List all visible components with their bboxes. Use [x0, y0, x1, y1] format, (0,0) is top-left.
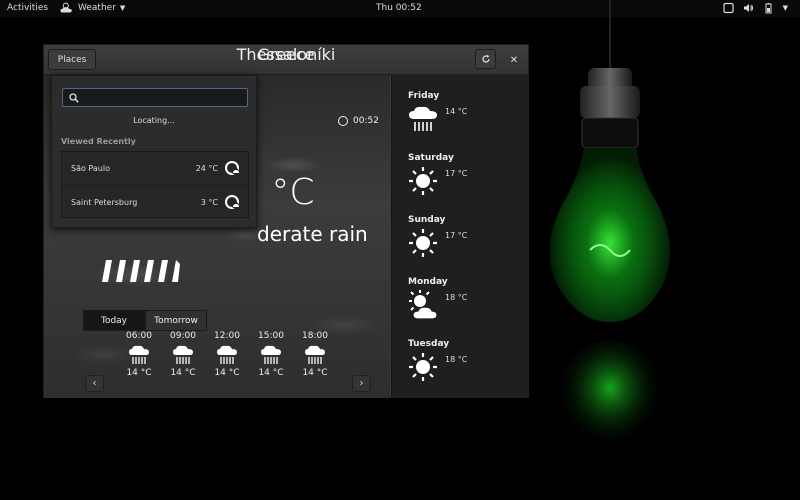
current-condition: derate rain [257, 222, 368, 246]
rain-icon [305, 345, 325, 364]
forecast-temp: 17 °C [445, 169, 468, 178]
hourly-prev-button[interactable]: ‹ [85, 375, 104, 392]
recent-temp: 3 °C [200, 198, 218, 207]
rain-icon [102, 260, 180, 282]
chevron-left-icon: ‹ [92, 378, 97, 389]
desktop: Activities Weather ▼ Thu 00:52 ▼ Places … [0, 0, 800, 500]
hourly-item: 09:00 14 °C [163, 331, 203, 378]
forecast-day-name: Monday [408, 277, 448, 287]
hour-time: 06:00 [126, 331, 152, 341]
search-icon [69, 93, 79, 103]
list-item[interactable]: Saint Petersburg 3 °C [62, 185, 248, 218]
activities-button[interactable]: Activities [7, 3, 48, 13]
hourly-item: 18:00 14 °C [295, 331, 335, 378]
hour-time: 18:00 [302, 331, 328, 341]
hourly-item: 15:00 14 °C [251, 331, 291, 378]
volume-icon [743, 4, 753, 12]
weather-app-icon [60, 2, 72, 13]
hourly-item: 06:00 14 °C [119, 331, 159, 378]
clear-night-icon [225, 161, 239, 175]
forecast-day: Monday 18 °C [408, 277, 518, 320]
rain-icon [261, 345, 281, 364]
forecast-day-name: Friday [408, 91, 440, 101]
rain-icon [217, 345, 237, 364]
hour-temp: 14 °C [126, 368, 152, 378]
locating-status: Locating... [133, 116, 175, 125]
sun-icon [409, 167, 437, 195]
sun-icon [409, 229, 437, 257]
hour-temp: 14 °C [170, 368, 196, 378]
recent-locations-list: São Paulo 24 °C Saint Petersburg 3 °C [61, 151, 249, 218]
forecast-day: Friday 14 °C [408, 91, 518, 131]
app-menu-label: Weather [78, 3, 116, 13]
forecast-temp: 18 °C [445, 355, 468, 364]
clear-night-icon [225, 195, 239, 209]
chevron-down-icon: ▼ [119, 4, 126, 12]
hour-time: 09:00 [170, 331, 196, 341]
battery-icon [765, 3, 772, 14]
wallpaper-lightbulb [549, 0, 671, 460]
forecast-day: Sunday 17 °C [408, 215, 518, 257]
search-input[interactable] [83, 90, 243, 105]
forecast-temp: 17 °C [445, 231, 468, 240]
hour-time: 15:00 [258, 331, 284, 341]
forecast-day-name: Sunday [408, 215, 446, 225]
forecast-panel: Friday 14 °C Saturday 17 °C Sunday 17 °C… [391, 75, 529, 398]
rain-icon [409, 106, 437, 131]
forecast-day-name: Saturday [408, 153, 454, 163]
app-menu[interactable]: Weather ▼ [59, 1, 125, 15]
forecast-day: Tuesday 18 °C [408, 339, 518, 381]
chevron-right-icon: › [359, 378, 364, 389]
recent-temp: 24 °C [195, 164, 218, 173]
partly-cloudy-icon [409, 290, 438, 320]
clock-icon [338, 116, 348, 126]
forecast-temp: 18 °C [445, 293, 468, 302]
header-bar: Places Thessaloníki Greece ✕ [44, 45, 528, 75]
forecast-day-name: Tuesday [408, 339, 450, 349]
hour-temp: 14 °C [302, 368, 328, 378]
close-icon: ✕ [509, 54, 519, 66]
chevron-down-icon: ▼ [782, 4, 788, 12]
day-tabs: Today Tomorrow [83, 310, 207, 331]
viewed-recently-heading: Viewed Recently [61, 137, 136, 146]
places-popover: Locating... Viewed Recently São Paulo 24… [51, 75, 257, 228]
close-button[interactable]: ✕ [504, 51, 524, 69]
list-item[interactable]: São Paulo 24 °C [62, 152, 248, 185]
hour-temp: 14 °C [214, 368, 240, 378]
refresh-icon [481, 54, 490, 63]
local-time: 00:52 [338, 116, 379, 126]
recent-city: São Paulo [71, 164, 110, 173]
rain-icon [129, 345, 149, 364]
recent-city: Saint Petersburg [71, 198, 138, 207]
hourly-item: 12:00 14 °C [207, 331, 247, 378]
tab-tomorrow[interactable]: Tomorrow [145, 310, 207, 331]
panel-clock[interactable]: Thu 00:52 [376, 3, 422, 13]
window-subtitle-country: Greece [257, 45, 315, 64]
system-tray[interactable]: ▼ [723, 2, 788, 14]
refresh-button[interactable] [475, 49, 496, 69]
tab-today[interactable]: Today [83, 310, 145, 331]
forecast-temp: 14 °C [445, 107, 468, 116]
rain-icon [173, 345, 193, 364]
hour-time: 12:00 [214, 331, 240, 341]
sun-icon [409, 353, 437, 381]
local-time-value: 00:52 [353, 116, 379, 126]
search-field[interactable] [62, 88, 248, 107]
hour-temp: 14 °C [258, 368, 284, 378]
window-icon [723, 2, 734, 14]
forecast-day: Saturday 17 °C [408, 153, 518, 195]
hourly-next-button[interactable]: › [352, 375, 371, 392]
